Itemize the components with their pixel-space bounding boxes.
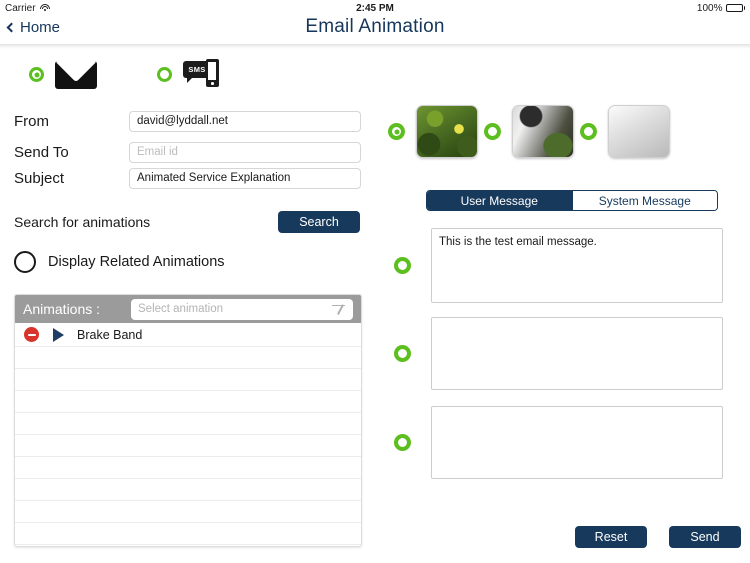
status-bar-right: 100%	[697, 3, 745, 14]
tab-user-message[interactable]: User Message	[427, 191, 572, 210]
table-row[interactable]	[15, 435, 361, 457]
table-row[interactable]	[15, 545, 361, 546]
thumbnail-radio-3[interactable]	[580, 123, 597, 140]
animations-list: Brake Band	[15, 323, 361, 546]
envelope-icon[interactable]	[55, 61, 97, 89]
subject-input[interactable]	[129, 167, 361, 189]
action-button-row: Reset Send	[575, 526, 741, 548]
form-row-subject: Subject	[14, 167, 364, 189]
email-channel-radio[interactable]	[29, 67, 44, 82]
circle-checkbox-icon[interactable]	[14, 251, 36, 273]
display-related-animations-toggle[interactable]: Display Related Animations	[14, 251, 225, 273]
animations-panel: Animations : Select animation Brake Band	[14, 294, 362, 547]
search-button[interactable]: Search	[278, 211, 360, 233]
message-textarea-2[interactable]	[431, 317, 723, 390]
send-to-input[interactable]	[129, 141, 361, 163]
message-type-segmented-control: User Message System Message	[426, 190, 718, 211]
thumbnail-radio-2[interactable]	[484, 123, 501, 140]
thumbnail-row	[388, 105, 748, 167]
play-icon[interactable]	[53, 327, 64, 342]
animation-title: Brake Band	[77, 327, 143, 342]
nav-separator	[0, 44, 750, 49]
waterfall-thumbnail[interactable]	[512, 105, 574, 158]
delete-minus-icon[interactable]	[24, 327, 39, 342]
animations-panel-header: Animations : Select animation	[15, 295, 361, 323]
table-row[interactable]	[15, 347, 361, 369]
message-block-2	[394, 317, 723, 390]
thumbnail-item-2	[484, 105, 574, 158]
form-row-from: From	[14, 110, 364, 132]
page-title: Email Animation	[305, 16, 445, 37]
thumbnail-item-1	[388, 105, 478, 158]
search-for-animations-label: Search for animations	[14, 214, 151, 230]
select-animation-dropdown[interactable]: Select animation	[131, 298, 353, 320]
send-button[interactable]: Send	[669, 526, 741, 548]
empty-thumbnail[interactable]	[608, 105, 670, 158]
message-textarea-1[interactable]	[431, 228, 723, 303]
chevron-down-icon	[332, 303, 345, 315]
thumbnail-item-3	[580, 105, 670, 158]
table-row[interactable]	[15, 369, 361, 391]
send-to-label: Send To	[14, 143, 69, 161]
from-label: From	[14, 112, 49, 130]
message-textarea-3[interactable]	[431, 406, 723, 479]
table-row[interactable]	[15, 501, 361, 523]
tab-system-message[interactable]: System Message	[571, 191, 717, 210]
battery-percent-label: 100%	[696, 2, 723, 14]
battery-full-icon	[725, 4, 745, 12]
table-row[interactable]: Brake Band	[15, 323, 361, 347]
table-row[interactable]	[15, 413, 361, 435]
sms-channel-radio[interactable]	[157, 67, 172, 82]
status-bar: Carrier 2:45 PM 100%	[0, 0, 750, 16]
animations-header-label: Animations :	[23, 301, 101, 317]
reset-button[interactable]: Reset	[575, 526, 647, 548]
nav-bar: Home Email Animation	[0, 16, 750, 44]
subject-label: Subject	[14, 169, 65, 187]
select-animation-placeholder: Select animation	[138, 303, 224, 315]
form-row-send-to: Send To	[14, 141, 364, 163]
status-bar-time: 2:45 PM	[356, 2, 394, 14]
leaves-thumbnail[interactable]	[416, 105, 478, 158]
from-input[interactable]	[129, 110, 361, 132]
table-row[interactable]	[15, 391, 361, 413]
table-row[interactable]	[15, 479, 361, 501]
table-row[interactable]	[15, 457, 361, 479]
message-radio-3[interactable]	[394, 434, 411, 451]
phone-icon	[206, 59, 219, 87]
message-radio-2[interactable]	[394, 345, 411, 362]
app-screen: Carrier 2:45 PM 100% Home Email Animatio…	[0, 0, 750, 563]
display-related-animations-label: Display Related Animations	[48, 254, 225, 270]
message-block-3	[394, 406, 723, 479]
thumbnail-radio-1[interactable]	[388, 123, 405, 140]
message-radio-1[interactable]	[394, 257, 411, 274]
message-block-1	[394, 228, 723, 303]
sms-icon[interactable]: SMS	[183, 59, 219, 89]
table-row[interactable]	[15, 523, 361, 545]
